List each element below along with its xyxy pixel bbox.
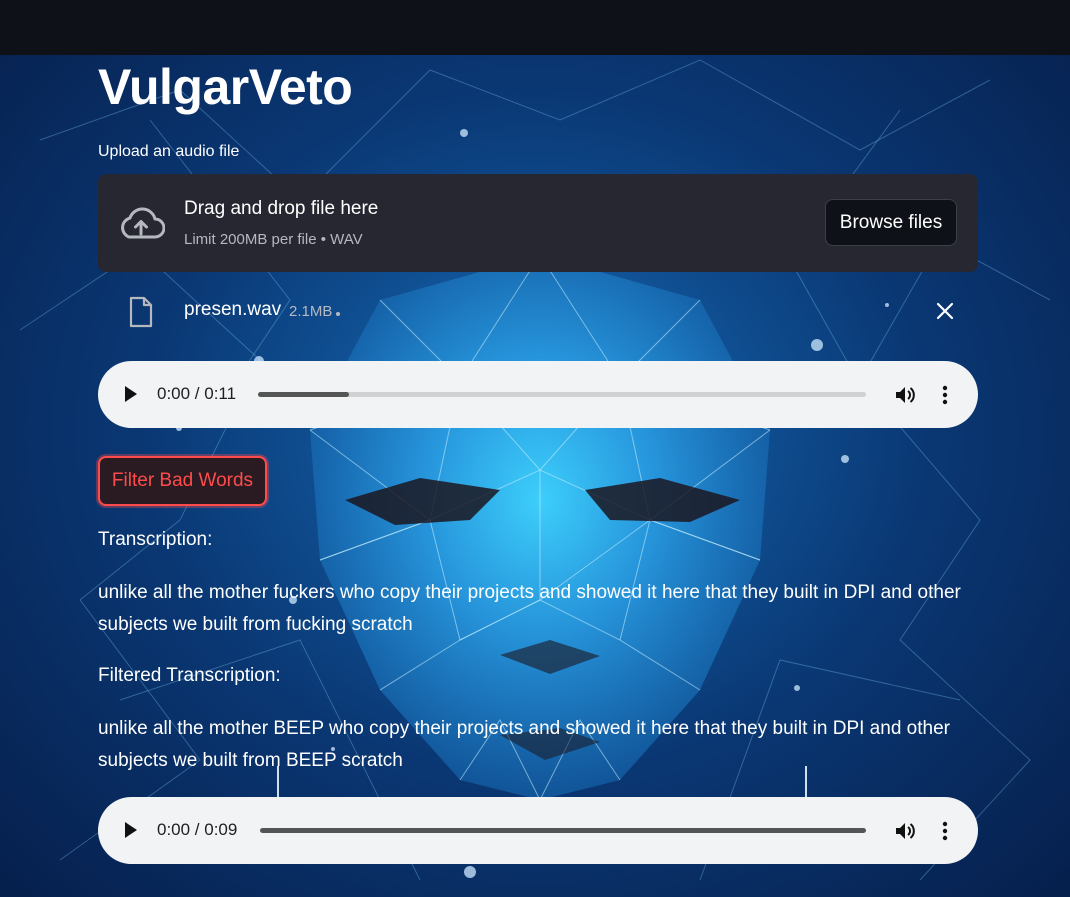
file-dropzone[interactable]: Drag and drop file here Limit 200MB per … <box>98 174 978 272</box>
close-icon[interactable] <box>934 300 956 322</box>
cloud-upload-icon <box>121 207 165 239</box>
more-options-icon[interactable] <box>941 821 949 841</box>
audio-progress-fill <box>258 392 350 397</box>
dropzone-instructions: Drag and drop file here <box>184 198 379 219</box>
volume-icon[interactable] <box>894 820 916 842</box>
page-title: VulgarVeto <box>98 59 353 115</box>
top-header-bar <box>0 0 1070 55</box>
audio-time: 0:00 / 0:09 <box>157 820 238 839</box>
file-uploader-label: Upload an audio file <box>98 143 240 160</box>
audio-player-filtered[interactable]: 0:00 / 0:09 <box>98 797 978 864</box>
filtered-transcription-text: unlike all the mother BEEP who copy thei… <box>98 718 950 771</box>
file-name: presen.wav <box>184 299 282 320</box>
uploaded-file-item: presen.wav 2.1MB <box>98 287 978 335</box>
audio-time: 0:00 / 0:11 <box>157 384 237 403</box>
volume-icon[interactable] <box>894 384 916 406</box>
play-icon[interactable] <box>124 385 138 403</box>
transcription-label: Transcription: <box>98 529 213 550</box>
play-icon[interactable] <box>124 821 138 839</box>
more-options-icon[interactable] <box>941 385 949 405</box>
filtered-transcription-label: Filtered Transcription: <box>98 665 281 686</box>
file-size-dot <box>336 312 340 316</box>
dropzone-limit-text: Limit 200MB per file • WAV <box>184 231 363 248</box>
audio-progress-bar[interactable] <box>260 828 866 833</box>
file-size: 2.1MB <box>289 303 333 320</box>
browse-files-button[interactable]: Browse files <box>825 199 957 246</box>
filter-bad-words-button[interactable]: Filter Bad Words <box>98 456 267 506</box>
file-icon <box>129 296 153 328</box>
audio-progress-bar[interactable] <box>258 392 866 397</box>
transcription-text: unlike all the mother fuckers who copy t… <box>98 582 961 635</box>
audio-player-original[interactable]: 0:00 / 0:11 <box>98 361 978 428</box>
